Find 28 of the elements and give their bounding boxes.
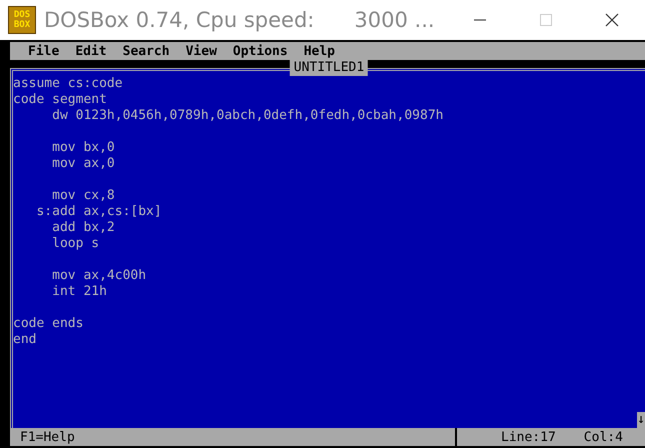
code-line: assume cs:code — [13, 76, 124, 92]
window-title: DOSBox 0.74, Cpu speed: 3000 ... — [44, 8, 435, 32]
menu-item[interactable]: Edit — [75, 44, 107, 58]
code-line: dw 0123h,0456h,0789h,0abch,0defh,0fedh,0cbah,0987h — [51, 108, 444, 124]
maximize-icon — [539, 13, 553, 27]
code-line: code segment — [13, 92, 108, 108]
menu-item[interactable]: File — [28, 44, 60, 58]
menu-item[interactable]: Help — [304, 44, 336, 58]
code-line: end — [13, 332, 38, 348]
code-line: mov ax,0 — [51, 156, 116, 172]
code-line: code ends — [13, 316, 84, 332]
code-line: mov bx,0 — [51, 140, 116, 156]
app-logo: DOS BOX — [8, 6, 36, 34]
code-line: mov cx,8 — [51, 188, 116, 204]
code-line: s:add ax,cs:[bx] — [35, 204, 163, 220]
help-hint: F1=Help — [19, 430, 75, 444]
code-line: add bx,2 — [51, 220, 116, 236]
menu-item[interactable]: Search — [122, 44, 170, 58]
code-line: int 21h — [51, 284, 108, 300]
code-line: mov ax,4c00h — [51, 268, 148, 284]
menu-item[interactable]: View — [186, 44, 217, 58]
menu-item[interactable]: Options — [232, 44, 288, 58]
close-icon — [605, 13, 619, 27]
code-line: loop s — [51, 236, 100, 252]
line-number: Line:17 — [501, 430, 556, 444]
minimize-icon — [474, 19, 486, 21]
document-title: UNTITLED1 — [290, 60, 368, 76]
column-number: Col:4 — [584, 430, 623, 444]
